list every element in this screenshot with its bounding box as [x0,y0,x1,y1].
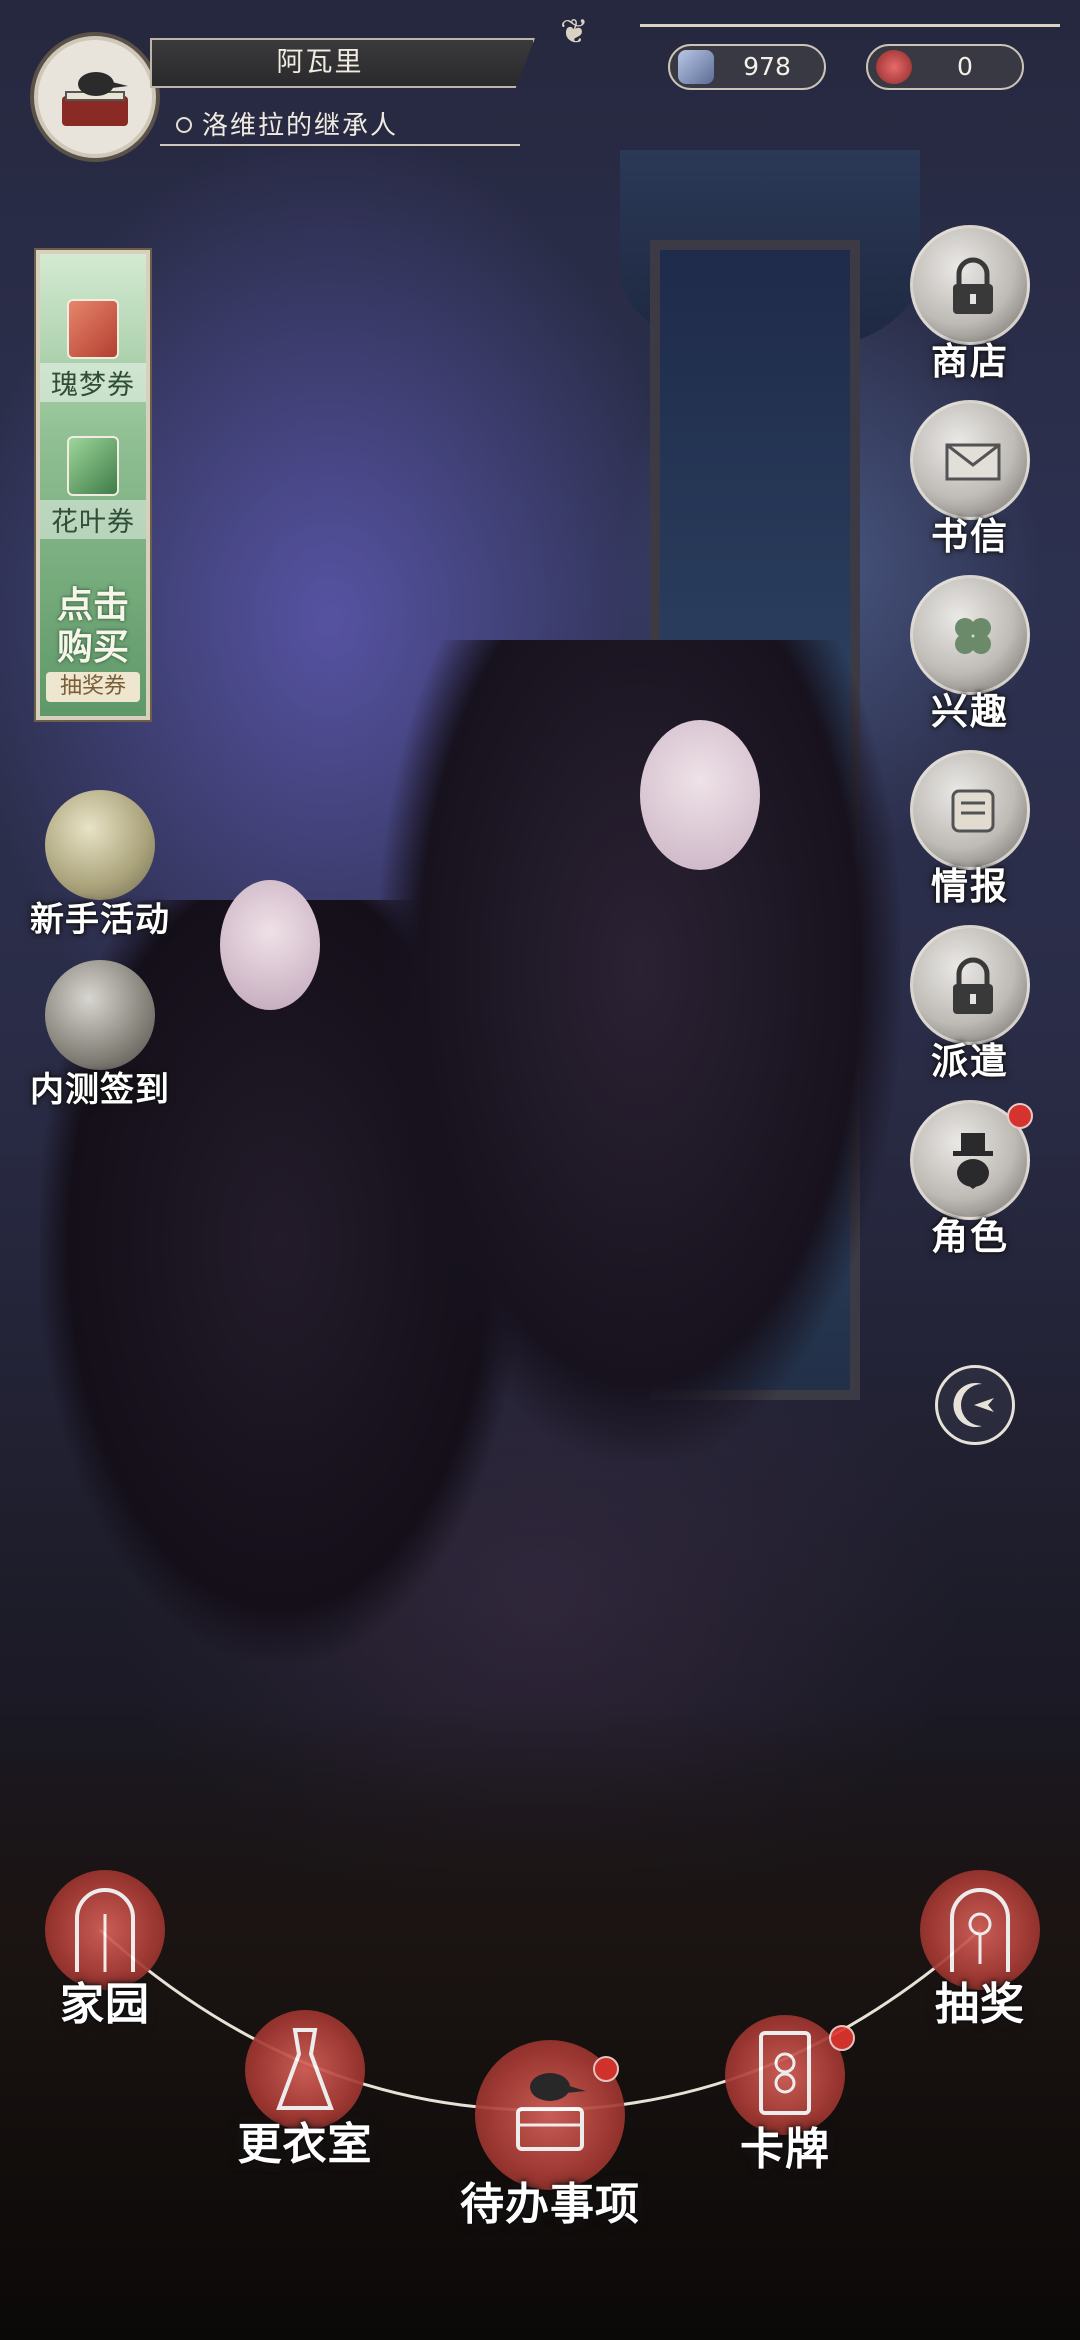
nav-wardrobe[interactable]: 更衣室 [215,2010,395,2172]
menu-letters-label: 书信 [931,514,1009,558]
crow-tophat-icon [953,1133,993,1189]
nav-todo[interactable]: 待办事项 [440,2040,660,2232]
shop-orb [910,225,1030,345]
gem-card-icon [678,50,714,84]
nav-draw-label: 抽奖 [935,1979,1025,2030]
menu-interests-label: 兴趣 [931,689,1009,733]
ticket-rose-dream[interactable]: 瑰梦券 [40,299,146,402]
menu-letters[interactable]: 书信 [880,400,1060,560]
ticket-label: 瑰梦券 [40,363,146,402]
player-title-text: 洛维拉的继承人 [202,111,399,141]
menu-dispatch[interactable]: 派遣 [880,925,1060,1085]
dress-icon [276,2028,334,2110]
crow-book-icon [62,72,128,126]
ticket-panel[interactable]: 瑰梦券 花叶券 点击 购买 抽奖券 [36,250,150,720]
newbie-event-button[interactable]: 新手活动 [0,790,200,941]
currency-gem-pill[interactable]: 978 [668,44,826,90]
notification-dot [1007,1103,1033,1129]
nav-home-label: 家园 [60,1979,150,2030]
menu-shop[interactable]: 商店 [880,225,1060,385]
top-ornament-icon: ❦ [560,12,589,52]
moon-orb-icon [45,790,155,900]
crow-desk-icon [516,2073,586,2151]
interests-orb [910,575,1030,695]
menu-characters[interactable]: 角色 [880,1100,1060,1260]
nav-home[interactable]: 家园 [30,1870,180,2032]
envelope-icon [945,443,1001,481]
character-main [380,640,900,1460]
crow-letter-icon [45,960,155,1070]
clover-icon [955,618,991,654]
buy-sublabel: 抽奖券 [46,672,140,702]
ticket-flower-leaf[interactable]: 花叶券 [40,436,146,539]
player-title: 洛维拉的继承人 [168,106,508,146]
nav-wardrobe-label: 更衣室 [237,2119,373,2170]
buy-label-line1: 点击 [56,584,129,626]
player-avatar[interactable] [34,36,156,158]
character-child-face [220,880,320,1010]
letters-orb [910,400,1030,520]
gate-icon [75,1888,135,1972]
rose-ticket-icon [67,299,119,359]
currency-rose-pill[interactable]: 0 [866,44,1024,90]
rose-arch-icon [950,1888,1010,1972]
crescent-icon [953,1383,994,1427]
lock-icon [953,257,993,314]
nav-todo-label: 待办事项 [460,2179,640,2230]
title-underline [160,144,520,146]
player-name: 阿瓦里 [276,47,364,78]
buy-button[interactable]: 点击 购买 [40,584,146,668]
buy-label-line2: 购买 [56,626,129,668]
tarot-card-icon [759,2031,811,2115]
lock-icon [953,957,993,1014]
intel-orb [910,750,1030,870]
currency-rose-value: 0 [957,52,973,81]
menu-shop-label: 商店 [931,339,1009,383]
currency-gem-value: 978 [743,52,791,81]
newbie-event-label: 新手活动 [30,900,170,940]
menu-characters-label: 角色 [931,1214,1009,1258]
leaf-ticket-icon [67,436,119,496]
character-main-face [640,720,760,870]
top-ornament-rule [640,24,1060,27]
menu-interests[interactable]: 兴趣 [880,575,1060,735]
rose-icon [876,50,912,84]
menu-intel-label: 情报 [931,864,1009,908]
dispatch-orb [910,925,1030,1045]
characters-orb [910,1100,1033,1220]
notification-dot [829,2025,855,2051]
ticket-label: 花叶券 [40,500,146,539]
nav-cards[interactable]: 卡牌 [710,2015,860,2177]
nav-cards-label: 卡牌 [740,2124,830,2175]
menu-intel[interactable]: 情报 [880,750,1060,910]
scroll-icon [951,789,995,833]
nav-draw[interactable]: 抽奖 [900,1870,1060,2032]
beta-signin-label: 内测签到 [30,1070,170,1110]
crescent-button[interactable] [935,1365,1015,1445]
beta-signin-button[interactable]: 内测签到 [0,960,200,1111]
notification-dot [593,2056,619,2082]
menu-dispatch-label: 派遣 [931,1039,1009,1083]
